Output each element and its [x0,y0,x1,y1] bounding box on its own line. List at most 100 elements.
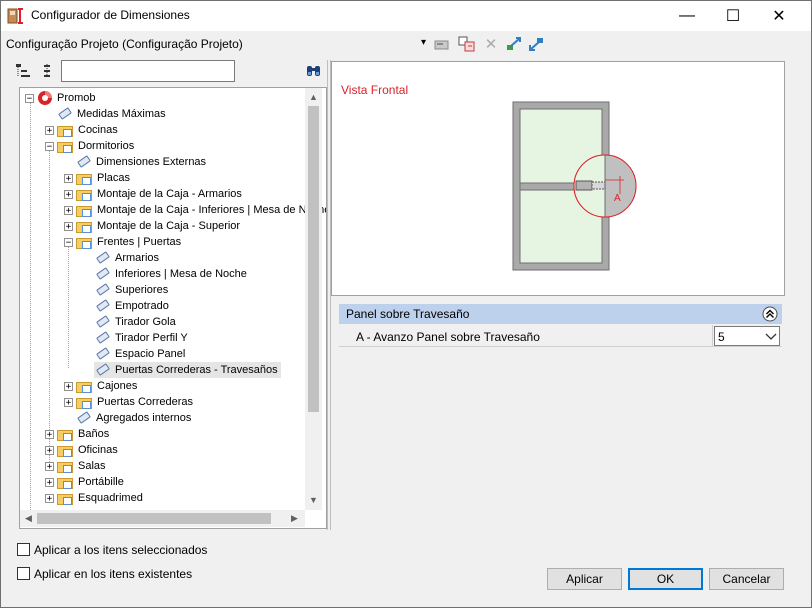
cancel-button[interactable]: Cancelar [709,568,784,590]
collapse-icon[interactable]: − [45,141,54,151]
tree-item-label: Montaje de la Caja - Inferiores | Mesa d… [97,204,327,216]
tree-item[interactable]: + Puertas Correderas [64,394,193,410]
preview-panel: Vista Frontal A [331,61,785,296]
tree-item[interactable]: + Oficinas [45,442,118,458]
tree-item-selected[interactable]: Puertas Correderas - Travesaños [94,362,281,378]
tree-item[interactable]: Armarios [94,250,159,266]
tag-icon [94,347,111,361]
tag-icon [94,251,111,265]
tree-item[interactable]: + Baños [45,426,109,442]
add-config-icon[interactable] [433,36,451,52]
apply-selected-label: Aplicar a los itens seleccionados [34,543,208,557]
tree-item[interactable]: − Promob [25,90,96,106]
property-value-select[interactable]: 5 [714,326,780,346]
app-icon [7,8,23,24]
expand-icon[interactable]: + [45,125,54,135]
tree-item-label: Tirador Gola [115,316,176,328]
configuration-dropdown[interactable]: ▾ [421,37,426,48]
tree-item[interactable]: Empotrado [94,298,169,314]
expand-icon[interactable]: + [45,445,54,455]
expand-icon[interactable]: + [64,205,73,215]
collapse-tree-icon[interactable] [38,62,56,80]
binoculars-icon[interactable] [305,63,323,79]
tree-item[interactable]: + Placas [64,170,130,186]
property-label: A - Avanzo Panel sobre Travesaño [356,330,540,344]
scroll-right-icon[interactable]: ▶ [291,513,298,524]
folder-icon [76,204,93,217]
expand-icon[interactable]: + [45,493,54,503]
apply-existing-checkbox[interactable] [17,567,30,580]
tree-item-label: Puertas Correderas - Travesaños [115,364,278,376]
scroll-down-icon[interactable]: ▼ [309,495,318,505]
expand-icon[interactable]: + [64,173,73,183]
tree-item-label: Frentes | Puertas [97,236,182,248]
tree-item[interactable]: Agregados internos [75,410,191,426]
category-tree[interactable]: − Promob Medidas Máximas + Cocinas − Dor… [19,87,327,529]
tree-item-label: Esquadrimed [78,492,143,504]
scroll-left-icon[interactable]: ◀ [25,513,32,524]
tree-item[interactable]: Dimensiones Externas [75,154,206,170]
expand-icon[interactable]: + [64,221,73,231]
tree-item-label: Puertas Correderas [97,396,193,408]
tree-horizontal-scrollbar[interactable]: ◀ ▶ [20,510,305,527]
apply-button[interactable]: Aplicar [547,568,622,590]
expand-icon[interactable]: + [64,397,73,407]
collapse-section-icon[interactable] [762,306,778,322]
tree-item[interactable]: + Montaje de la Caja - Superior [64,218,240,234]
tree-item[interactable]: Medidas Máximas [56,106,166,122]
tree-item[interactable]: Inferiores | Mesa de Noche [94,266,247,282]
expand-tree-icon[interactable] [15,62,33,80]
tree-item[interactable]: Espacio Panel [94,346,185,362]
expand-icon[interactable]: + [45,461,54,471]
tree-item[interactable]: + Cocinas [45,122,118,138]
folder-icon [57,140,74,153]
tree-item[interactable]: Superiores [94,282,168,298]
expand-icon[interactable]: + [64,189,73,199]
tree-vertical-scrollbar[interactable]: ▲ ▼ [305,88,322,510]
tag-icon [56,107,73,121]
apply-selected-checkbox[interactable] [17,543,30,556]
expand-icon[interactable]: + [45,429,54,439]
export-config-icon[interactable] [528,36,546,52]
import-config-icon[interactable] [505,36,523,52]
tree-item-label: Cocinas [78,124,118,136]
tree-item[interactable]: Tirador Gola [94,314,176,330]
search-input[interactable] [61,60,235,82]
tree-item-label: Dimensiones Externas [96,156,207,168]
tree-item-label: Portábille [78,476,124,488]
tree-item-label: Superiores [115,284,169,296]
chevron-down-icon[interactable] [765,332,777,341]
scroll-up-icon[interactable]: ▲ [309,92,318,102]
tree-item[interactable]: Tirador Perfil Y [94,330,188,346]
scroll-thumb[interactable] [308,106,319,412]
minimize-button[interactable]: — [664,0,710,31]
close-button[interactable]: ✕ [756,0,802,31]
ok-button[interactable]: OK [628,568,703,590]
delete-config-icon[interactable]: ✕ [482,36,500,53]
expand-icon[interactable]: + [64,381,73,391]
tree-item-label: Agregados internos [96,412,192,424]
scroll-thumb[interactable] [37,513,271,524]
folder-icon [57,444,74,457]
property-section-header[interactable]: Panel sobre Travesaño [339,304,782,324]
tree-item[interactable]: + Portábille [45,474,124,490]
tree-item[interactable]: + Esquadrimed [45,490,143,506]
tree-item-label: Montaje de la Caja - Armarios [97,188,242,200]
tree-item[interactable]: + Cajones [64,378,137,394]
collapse-icon[interactable]: − [64,237,73,247]
tree-item-label: Placas [97,172,131,184]
tree-item[interactable]: + Montaje de la Caja - Inferiores | Mesa… [64,202,327,218]
copy-config-icon[interactable] [458,36,476,52]
tree-item[interactable]: − Frentes | Puertas [64,234,181,250]
maximize-button[interactable]: ☐ [710,0,756,31]
tree-item-label: Espacio Panel [115,348,186,360]
tree-item[interactable]: + Montaje de la Caja - Armarios [64,186,242,202]
section-title: Panel sobre Travesaño [346,307,470,321]
collapse-icon[interactable]: − [25,93,34,103]
tag-icon [94,299,111,313]
expand-icon[interactable]: + [45,477,54,487]
tree-item[interactable]: + Salas [45,458,106,474]
tree-item[interactable]: − Dormitorios [45,138,134,154]
window-title: Configurador de Dimensiones [31,8,190,22]
tag-icon [94,363,111,377]
